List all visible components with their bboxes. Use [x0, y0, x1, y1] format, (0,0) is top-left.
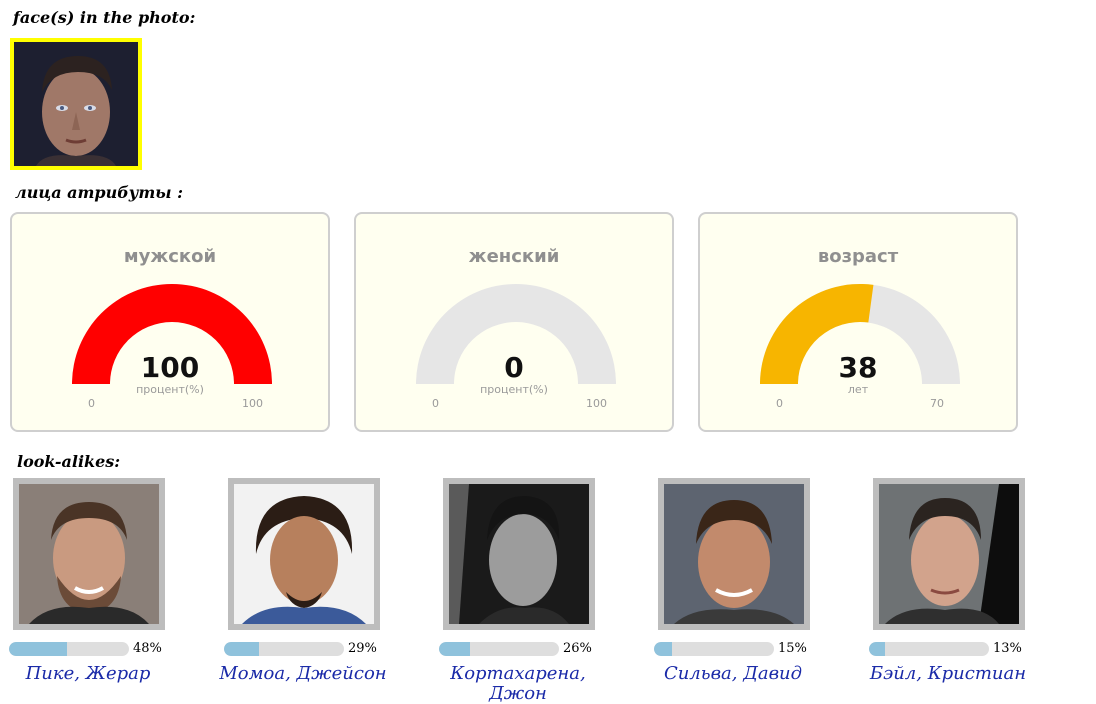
- gauge-value: 100: [140, 351, 200, 384]
- similarity-bar: [439, 642, 559, 656]
- gauge-max-label: 100: [586, 397, 607, 410]
- similarity-bar-fill: [869, 642, 885, 656]
- gauge-arc: [72, 283, 272, 384]
- similarity-bar-fill: [654, 642, 672, 656]
- lookalike-name-link[interactable]: Сильва, Давид: [638, 664, 828, 684]
- gauge-max-label: 100: [242, 397, 263, 410]
- gauge-value: 38: [838, 351, 878, 384]
- lookalike-photo[interactable]: [873, 478, 1025, 630]
- lookalike-photo[interactable]: [658, 478, 810, 630]
- lookalike-name-link[interactable]: Бэйл, Кристиан: [853, 664, 1043, 684]
- similarity-percent: 48%: [133, 641, 162, 656]
- similarity-bar: [869, 642, 989, 656]
- detected-face-thumbnail[interactable]: [10, 38, 142, 170]
- gauge-min-label: 0: [88, 397, 95, 410]
- similarity-bar: [654, 642, 774, 656]
- portrait-image: [234, 484, 374, 624]
- lookalike-photo[interactable]: [228, 478, 380, 630]
- similarity-bar-fill: [439, 642, 471, 656]
- similarity-percent: 29%: [348, 641, 377, 656]
- portrait-image: [879, 484, 1019, 624]
- lookalikes-section-title: look-alikes:: [17, 452, 121, 471]
- gauge-card-female: женский 0 процент(%) 0 100: [354, 212, 674, 432]
- faces-section-title: face(s) in the photo:: [13, 8, 196, 27]
- lookalike-photo[interactable]: [443, 478, 595, 630]
- similarity-percent: 26%: [563, 641, 592, 656]
- gauge-arc: [760, 284, 960, 384]
- similarity-bar-fill: [224, 642, 259, 656]
- lookalike-name-link[interactable]: Момоа, Джейсон: [208, 664, 398, 684]
- similarity-percent: 13%: [993, 641, 1022, 656]
- similarity-bar: [224, 642, 344, 656]
- gauge-card-age: возраст 38 лет 0 70: [698, 212, 1018, 432]
- gauge-min-label: 0: [776, 397, 783, 410]
- lookalike-name-link[interactable]: Кортахарена, Джон: [423, 664, 613, 704]
- similarity-bar-fill: [9, 642, 67, 656]
- portrait-image: [664, 484, 804, 624]
- gauge-unit: процент(%): [480, 383, 548, 396]
- face-photo-image: [14, 42, 138, 166]
- attributes-section-title: лица атрибуты :: [15, 183, 184, 202]
- gauge-unit: лет: [847, 383, 869, 396]
- gauge-unit: процент(%): [136, 383, 204, 396]
- gauge-max-label: 70: [930, 397, 944, 410]
- lookalike-name-link[interactable]: Пике, Жерар: [0, 664, 183, 684]
- portrait-image: [19, 484, 159, 624]
- similarity-percent: 15%: [778, 641, 807, 656]
- similarity-bar: [9, 642, 129, 656]
- gauge-card-male: мужской 100 процент(%) 0 100: [10, 212, 330, 432]
- gauge-min-label: 0: [432, 397, 439, 410]
- portrait-image: [449, 484, 589, 624]
- gauge-arc: [416, 284, 616, 384]
- lookalike-photo[interactable]: [13, 478, 165, 630]
- gauge-value: 0: [504, 351, 524, 384]
